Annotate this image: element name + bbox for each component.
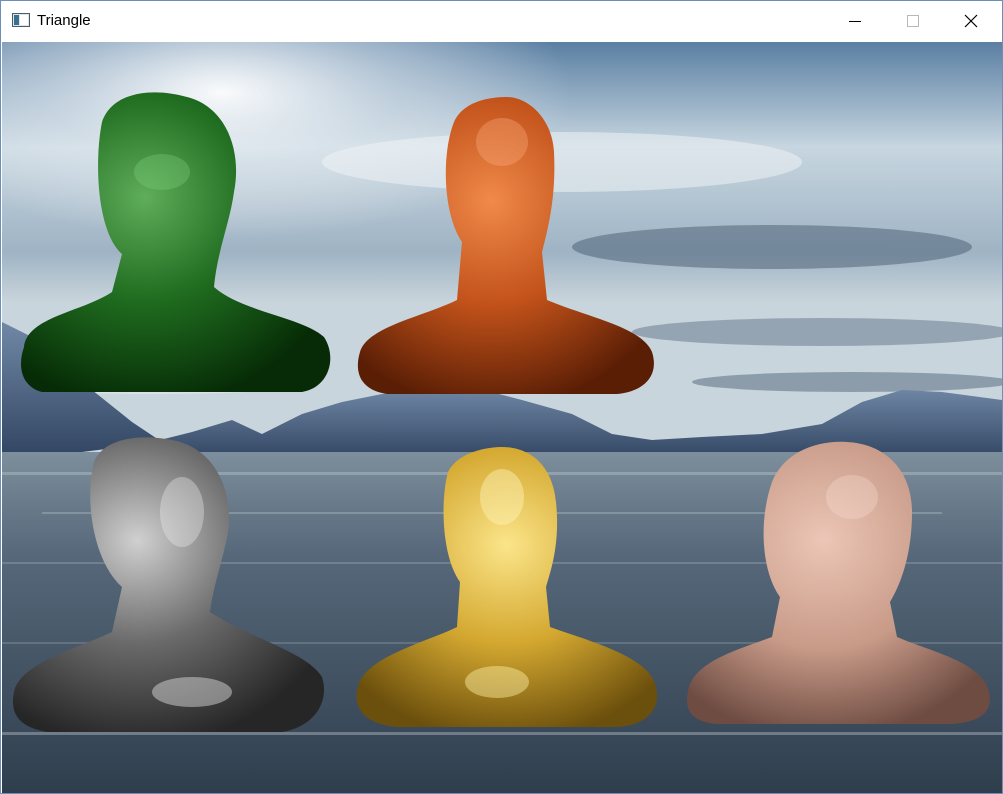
app-icon [12,13,30,27]
window-title: Triangle [37,12,91,29]
scene-canvas [2,42,1002,793]
render-viewport[interactable] [2,42,1002,793]
minimize-button[interactable] [826,1,884,41]
app-window: Triangle [0,0,1003,794]
title-bar[interactable]: Triangle [1,1,1002,41]
maximize-icon [907,15,919,27]
close-button[interactable] [942,1,1000,41]
minimize-icon [849,21,861,22]
close-icon [964,14,978,28]
maximize-button[interactable] [884,1,942,41]
